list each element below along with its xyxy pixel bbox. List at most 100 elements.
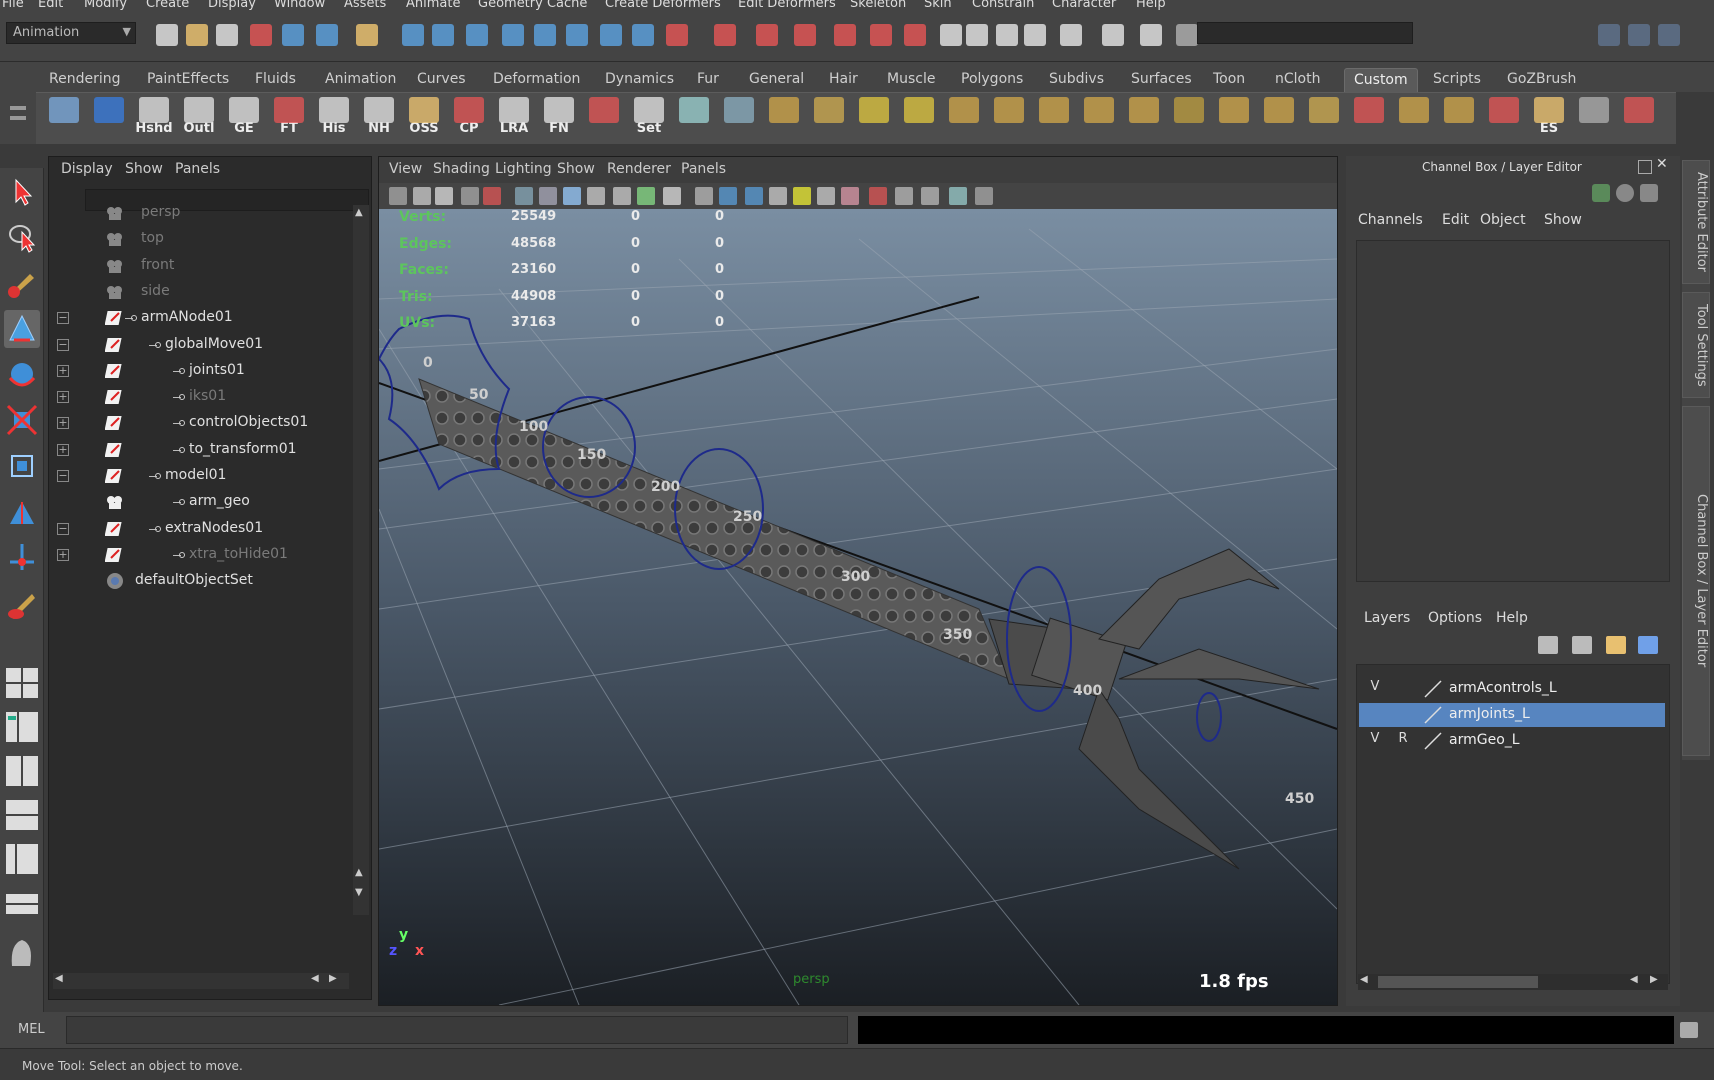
- outliner-menu-show[interactable]: Show: [125, 161, 163, 177]
- shelf-tab-polygons[interactable]: Polygons: [952, 68, 1032, 92]
- outliner-item[interactable]: + to_transform01: [49, 438, 349, 462]
- hypershade-icon[interactable]: [794, 24, 816, 46]
- input-line-icon[interactable]: [1176, 24, 1198, 46]
- input-ops-icon[interactable]: [566, 24, 588, 46]
- layer-color-swatch[interactable]: [1421, 705, 1445, 725]
- script-editor-icon[interactable]: [1680, 1022, 1698, 1038]
- viewport-tool-icon-16[interactable]: [793, 187, 811, 205]
- shelf-tool-8-icon[interactable]: [1077, 97, 1121, 141]
- menu-window[interactable]: Window: [274, 0, 325, 11]
- layer-row[interactable]: VarmAcontrols_L: [1359, 677, 1665, 701]
- magnet-icon[interactable]: [834, 24, 856, 46]
- viewport-tool-icon-1[interactable]: [413, 187, 431, 205]
- new-layer-icon[interactable]: [1538, 636, 1558, 654]
- outliner-item[interactable]: + xtra_toHide01: [49, 543, 349, 567]
- layer-editor-icon[interactable]: [1616, 184, 1634, 202]
- layer-visibility-toggle[interactable]: V: [1363, 731, 1387, 751]
- layer-display-type-toggle[interactable]: [1391, 679, 1415, 699]
- outliner-graph-layout-icon[interactable]: [4, 840, 40, 878]
- two-pane-layout-icon[interactable]: [4, 752, 40, 790]
- menu-create[interactable]: Create: [146, 0, 189, 11]
- shelf-tool-15-icon[interactable]: [1392, 97, 1436, 141]
- side-tab-attribute-editor[interactable]: Attribute Editor: [1682, 160, 1710, 284]
- menu-set-selector[interactable]: Animation ▼: [6, 22, 136, 44]
- shelf-tab-general[interactable]: General: [740, 68, 813, 92]
- outliner-item[interactable]: + iks01: [49, 385, 349, 409]
- outliner-menu-panels[interactable]: Panels: [175, 161, 220, 177]
- move-pivot-icon[interactable]: [42, 97, 86, 141]
- object-set-button[interactable]: OSS: [402, 97, 446, 141]
- cluster-icon[interactable]: [717, 97, 761, 141]
- expand-icon[interactable]: +: [57, 548, 69, 561]
- shelf-tab-toon[interactable]: Toon: [1204, 68, 1254, 92]
- lock-selection-icon[interactable]: [356, 24, 378, 46]
- shelf-tab-custom[interactable]: Custom: [1344, 68, 1418, 92]
- render-view-icon[interactable]: [940, 24, 962, 46]
- channel-box-menu-edit[interactable]: Edit: [1442, 212, 1469, 228]
- layer-visibility-toggle[interactable]: V: [1363, 679, 1387, 699]
- close-icon[interactable]: ✕: [1656, 156, 1668, 172]
- attribute-editor-toggle-icon[interactable]: [1598, 24, 1620, 46]
- shelf-tab-curves[interactable]: Curves: [408, 68, 475, 92]
- graph-editor-button[interactable]: GE: [222, 97, 266, 141]
- viewport-menu-shading[interactable]: Shading: [433, 161, 490, 177]
- expand-icon[interactable]: +: [57, 364, 69, 377]
- collapse-icon[interactable]: −: [57, 338, 69, 351]
- shelf-tab-painteffects[interactable]: PaintEffects: [138, 68, 238, 92]
- shelf-tool-2-icon[interactable]: [807, 97, 851, 141]
- shelf-tab-dynamics[interactable]: Dynamics: [596, 68, 683, 92]
- viewport-tool-icon-0[interactable]: [389, 187, 407, 205]
- layer-menu-help[interactable]: Help: [1496, 610, 1528, 626]
- layer-menu-options[interactable]: Options: [1428, 610, 1482, 626]
- scroll-up-icon[interactable]: ▲: [355, 867, 363, 878]
- scroll-left-icon[interactable]: ◀: [55, 973, 63, 984]
- layer-icon[interactable]: [1140, 24, 1162, 46]
- history-button[interactable]: His: [312, 97, 356, 141]
- move-layer-down-icon[interactable]: [1638, 636, 1658, 654]
- viewport-tool-icon-11[interactable]: [663, 187, 681, 205]
- layer-display-type-toggle[interactable]: R: [1391, 731, 1415, 751]
- snap-to-curve-icon[interactable]: [432, 24, 454, 46]
- shelf-tool-7-icon[interactable]: [1032, 97, 1076, 141]
- outliner-item[interactable]: − armANode01: [49, 306, 349, 330]
- shelf-tab-hair[interactable]: Hair: [820, 68, 867, 92]
- shelf-tab-fluids[interactable]: Fluids: [246, 68, 305, 92]
- viewport-tool-icon-17[interactable]: [817, 187, 835, 205]
- shelf-tab-muscle[interactable]: Muscle: [878, 68, 944, 92]
- menu-assets[interactable]: Assets: [344, 0, 386, 11]
- outliner-item[interactable]: front: [49, 254, 349, 278]
- shelf-tool-13-icon[interactable]: [1302, 97, 1346, 141]
- menu-skin[interactable]: Skin: [924, 0, 952, 11]
- shelf-tool-11-icon[interactable]: [1212, 97, 1256, 141]
- toggle-icon[interactable]: [1024, 24, 1046, 46]
- channel-box-menu-show[interactable]: Show: [1544, 212, 1582, 228]
- new-layer-from-selection-icon[interactable]: [1572, 636, 1592, 654]
- shelf-tool-16-icon[interactable]: [1437, 97, 1481, 141]
- move-layer-up-icon[interactable]: [1606, 636, 1626, 654]
- viewport-tool-icon-6[interactable]: [539, 187, 557, 205]
- side-tab-channel-box-layer-editor[interactable]: Channel Box / Layer Editor: [1682, 406, 1710, 756]
- menu-edit-deformers[interactable]: Edit Deformers: [738, 0, 836, 11]
- layer-visibility-toggle[interactable]: [1363, 705, 1387, 725]
- layer-horizontal-scrollbar[interactable]: ◀ ◀ ▶: [1358, 974, 1668, 990]
- shelf-tool-4-icon[interactable]: [897, 97, 941, 141]
- snap-to-view-plane-icon[interactable]: [502, 24, 524, 46]
- open-scene-icon[interactable]: [186, 24, 208, 46]
- viewport-tool-icon-13[interactable]: [719, 187, 737, 205]
- save-scene-icon[interactable]: [216, 24, 238, 46]
- hypershade-layout-icon[interactable]: [4, 884, 40, 922]
- collapse-icon[interactable]: −: [57, 470, 69, 482]
- rotate-tool-icon[interactable]: [4, 356, 40, 394]
- ipr-render-icon[interactable]: [714, 24, 736, 46]
- collapse-icon[interactable]: −: [57, 522, 69, 535]
- scroll-left-icon[interactable]: ◀: [311, 973, 319, 984]
- scroll-right-icon[interactable]: ▶: [1650, 974, 1658, 985]
- shelf-tab-gozbrush[interactable]: GoZBrush: [1498, 68, 1585, 92]
- menu-skeleton[interactable]: Skeleton: [850, 0, 906, 11]
- snap-toggle-icon[interactable]: [904, 24, 926, 46]
- viewport-tool-icon-12[interactable]: [695, 187, 713, 205]
- viewport-menu-view[interactable]: View: [389, 161, 422, 177]
- shelf-tool-10-icon[interactable]: [1167, 97, 1211, 141]
- move-tool-icon[interactable]: [4, 310, 40, 348]
- scroll-left-icon[interactable]: ◀: [1360, 974, 1368, 985]
